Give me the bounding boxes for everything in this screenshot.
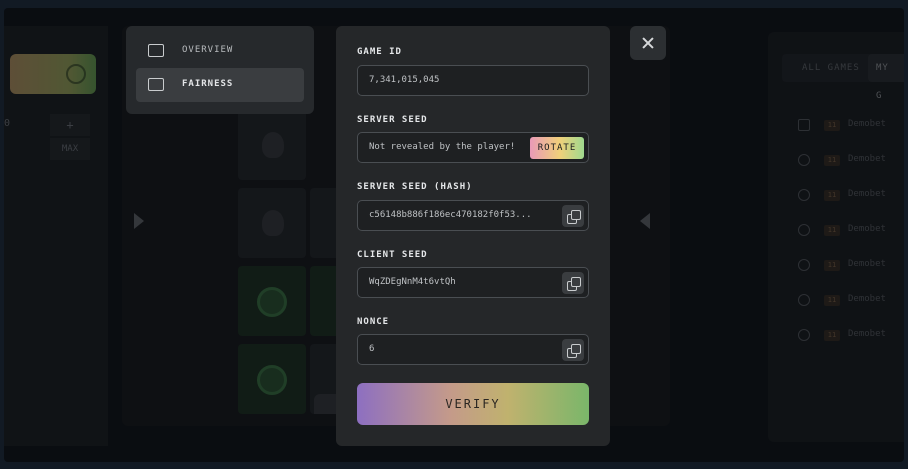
verify-button[interactable]: VERIFY [357, 383, 589, 425]
chevron-left-icon[interactable] [134, 213, 144, 229]
copy-icon[interactable] [562, 272, 584, 294]
list-item[interactable]: 11 Demobet [798, 328, 904, 344]
board-tile[interactable] [238, 188, 306, 258]
client-seed-field[interactable]: WqZDEgNnM4t6vtQh [357, 267, 589, 298]
coin-icon [257, 365, 287, 395]
increase-button[interactable]: + [50, 114, 90, 136]
game-id-value: 7,341,015,045 [369, 75, 440, 85]
tab-my-games[interactable]: MY G [868, 54, 904, 101]
skull-icon [262, 132, 284, 158]
player-name: Demobet [848, 294, 886, 304]
server-seed-value: Not revealed by the player! [369, 142, 516, 152]
game-icon [798, 329, 810, 341]
level-badge: 11 [824, 330, 840, 341]
client-seed-label: CLIENT SEED [357, 250, 428, 260]
server-seed-hash-value: c56148b886f186ec470182f0f53... [369, 210, 532, 220]
game-icon [798, 259, 810, 271]
server-seed-hash-field[interactable]: c56148b886f186ec470182f0f53... [357, 200, 589, 231]
close-icon[interactable] [630, 26, 666, 60]
skull-icon [262, 210, 284, 236]
player-name: Demobet [848, 154, 886, 164]
menu-item-label: FAIRNESS [182, 79, 234, 89]
player-name: Demobet [848, 259, 886, 269]
menu-item-label: OVERVIEW [182, 45, 234, 55]
player-name: Demobet [848, 119, 886, 129]
list-item[interactable]: 11 Demobet [798, 118, 904, 134]
server-seed-field[interactable]: Not revealed by the player! ROTATE [357, 132, 589, 163]
player-name: Demobet [848, 329, 886, 339]
player-name: Demobet [848, 224, 886, 234]
fairness-modal: GAME ID 7,341,015,045 SERVER SEED Not re… [336, 26, 610, 446]
server-seed-label: SERVER SEED [357, 115, 428, 125]
bet-button[interactable] [10, 54, 96, 94]
board-tile[interactable] [238, 266, 306, 336]
info-menu: OVERVIEW FAIRNESS [126, 26, 314, 114]
game-icon [798, 189, 810, 201]
game-id-label: GAME ID [357, 47, 402, 57]
copy-icon[interactable] [562, 339, 584, 361]
menu-item-fairness[interactable]: FAIRNESS [136, 68, 304, 102]
game-icon [798, 224, 810, 236]
bet-panel: 0 + MAX [4, 26, 108, 446]
copy-icon[interactable] [562, 205, 584, 227]
level-badge: 11 [824, 120, 840, 131]
client-seed-value: WqZDEgNnM4t6vtQh [369, 277, 456, 287]
list-item[interactable]: 11 Demobet [798, 293, 904, 309]
nonce-label: NONCE [357, 317, 390, 327]
server-seed-hash-label: SERVER SEED (HASH) [357, 182, 473, 192]
level-badge: 11 [824, 260, 840, 271]
user-card-icon [148, 44, 164, 57]
game-icon [798, 294, 810, 306]
list-item[interactable]: 11 Demobet [798, 258, 904, 274]
game-id-field[interactable]: 7,341,015,045 [357, 65, 589, 96]
max-button[interactable]: MAX [50, 138, 90, 160]
coin-icon [257, 287, 287, 317]
list-item[interactable]: 11 Demobet [798, 223, 904, 239]
bets-tabs: ALL GAMES MY G [782, 54, 904, 101]
list-item[interactable]: 11 Demobet [798, 188, 904, 204]
level-badge: 11 [824, 225, 840, 236]
bet-amount-value: 0 [4, 118, 11, 129]
checkbox-icon [148, 78, 164, 91]
level-badge: 11 [824, 155, 840, 166]
chevron-right-icon[interactable] [640, 213, 650, 229]
menu-item-overview[interactable]: OVERVIEW [136, 34, 304, 68]
level-badge: 11 [824, 190, 840, 201]
board-tile[interactable] [238, 110, 306, 180]
tab-all-games[interactable]: ALL GAMES [802, 54, 860, 82]
game-icon [798, 154, 810, 166]
player-name: Demobet [848, 189, 886, 199]
level-badge: 11 [824, 295, 840, 306]
calendar-icon [798, 119, 810, 131]
list-item[interactable]: 11 Demobet [798, 153, 904, 169]
nonce-value: 6 [369, 344, 375, 354]
board-tile[interactable] [238, 344, 306, 414]
rotate-button[interactable]: ROTATE [530, 137, 584, 159]
refresh-icon [66, 64, 86, 84]
bets-panel: ALL GAMES MY G 11 Demobet 11 Demobet 11 … [768, 32, 904, 442]
nonce-field[interactable]: 6 [357, 334, 589, 365]
